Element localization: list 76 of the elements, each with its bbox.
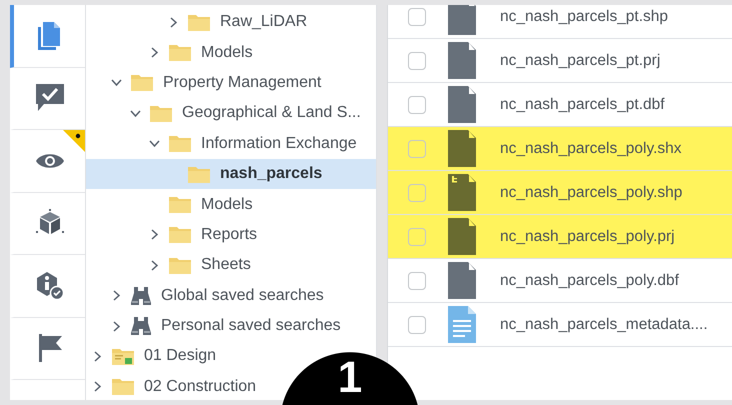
file-icon (448, 174, 476, 211)
tree-item[interactable]: 02 Construction (86, 372, 256, 400)
checkbox[interactable] (408, 228, 426, 246)
folder-name: nash_parcels (220, 165, 322, 184)
tree-item[interactable]: Models (86, 37, 253, 68)
chat-check-icon (36, 84, 64, 112)
checkbox[interactable] (408, 8, 426, 26)
file-row[interactable]: nc_nash_parcels_poly.shp (388, 171, 732, 215)
folder-icon (112, 378, 134, 396)
checkbox[interactable] (408, 272, 426, 290)
folder-name: Models (201, 44, 253, 62)
file-name: nc_nash_parcels_poly.dbf (500, 272, 679, 290)
folder-icon (131, 74, 153, 92)
eye-icon (36, 152, 64, 170)
documents-icon (38, 22, 62, 50)
file-icon (448, 262, 476, 299)
tree-item[interactable]: Global saved searches (86, 280, 324, 311)
folder-name: Information Exchange (201, 134, 357, 153)
binoculars-icon (131, 286, 151, 305)
checkbox[interactable] (408, 96, 426, 114)
file-name: nc_nash_parcels_pt.dbf (500, 96, 665, 114)
folder-icon (188, 166, 210, 183)
tree-item[interactable]: nash_parcels (86, 158, 376, 190)
file-icon (448, 130, 476, 167)
folder-icon (150, 104, 172, 122)
step-number-badge: 1 (280, 352, 420, 405)
tree-item[interactable]: Sheets (86, 250, 251, 281)
folder-icon (188, 14, 210, 31)
file-row[interactable]: nc_nash_parcels_poly.shx (388, 127, 732, 171)
folder-icon (169, 256, 191, 274)
folder-name: Sheets (201, 256, 251, 274)
file-icon (448, 86, 476, 123)
file-name: nc_nash_parcels_poly.prj (500, 228, 675, 246)
folder-icon (169, 44, 191, 62)
tree-item[interactable]: Raw_LiDAR (86, 7, 308, 38)
binoculars-icon (131, 317, 151, 336)
checkbox[interactable] (408, 184, 426, 202)
folder-icon (169, 196, 191, 214)
file-row[interactable]: nc_nash_parcels_poly.prj (388, 215, 732, 259)
file-name: nc_nash_parcels_metadata.... (500, 316, 708, 334)
tree-item[interactable]: 01 Design (86, 341, 216, 372)
folder-name: Property Management (163, 74, 322, 92)
tree-item[interactable]: Models (86, 189, 253, 220)
file-name: nc_nash_parcels_pt.prj (500, 52, 660, 70)
folder-icon (169, 135, 191, 152)
checkbox[interactable] (408, 316, 426, 334)
document-icon (448, 306, 476, 343)
folder-name: 01 Design (144, 347, 216, 366)
checkbox[interactable] (408, 140, 426, 158)
file-row[interactable]: nc_nash_parcels_poly.dbf (388, 259, 732, 303)
folder-name: Global saved searches (161, 286, 324, 305)
file-row[interactable]: nc_nash_parcels_pt.prj (388, 39, 732, 83)
tree-item[interactable]: Geographical & Land S... (86, 98, 361, 129)
file-name: nc_nash_parcels_poly.shx (500, 140, 682, 158)
tree-item[interactable]: Reports (86, 220, 258, 250)
tree-item[interactable]: Personal saved searches (86, 310, 341, 342)
info-check-icon (36, 272, 64, 300)
tree-item[interactable]: Information Exchange (86, 128, 357, 159)
file-icon (448, 218, 476, 255)
file-row[interactable]: nc_nash_parcels_metadata.... (388, 303, 732, 347)
folder-name: Models (201, 196, 253, 214)
folder-name: Geographical & Land S... (182, 104, 361, 122)
file-name: nc_nash_parcels_poly.shp (500, 184, 682, 202)
flag-icon (36, 334, 62, 362)
file-name: nc_nash_parcels_pt.shp (500, 8, 668, 26)
checkbox[interactable] (408, 52, 426, 70)
sidebar-tab[interactable] (10, 130, 85, 192)
folder-name: Reports (201, 226, 258, 244)
folder-name: Raw_LiDAR (220, 13, 308, 32)
folder-name: 02 Construction (144, 378, 256, 396)
file-row[interactable]: nc_nash_parcels_pt.shp (388, 5, 732, 39)
project-folder-icon (112, 348, 134, 365)
folder-name: Personal saved searches (161, 317, 341, 336)
file-icon (448, 42, 476, 79)
tree-item[interactable]: Property Management (86, 68, 322, 98)
folder-icon (169, 226, 191, 244)
